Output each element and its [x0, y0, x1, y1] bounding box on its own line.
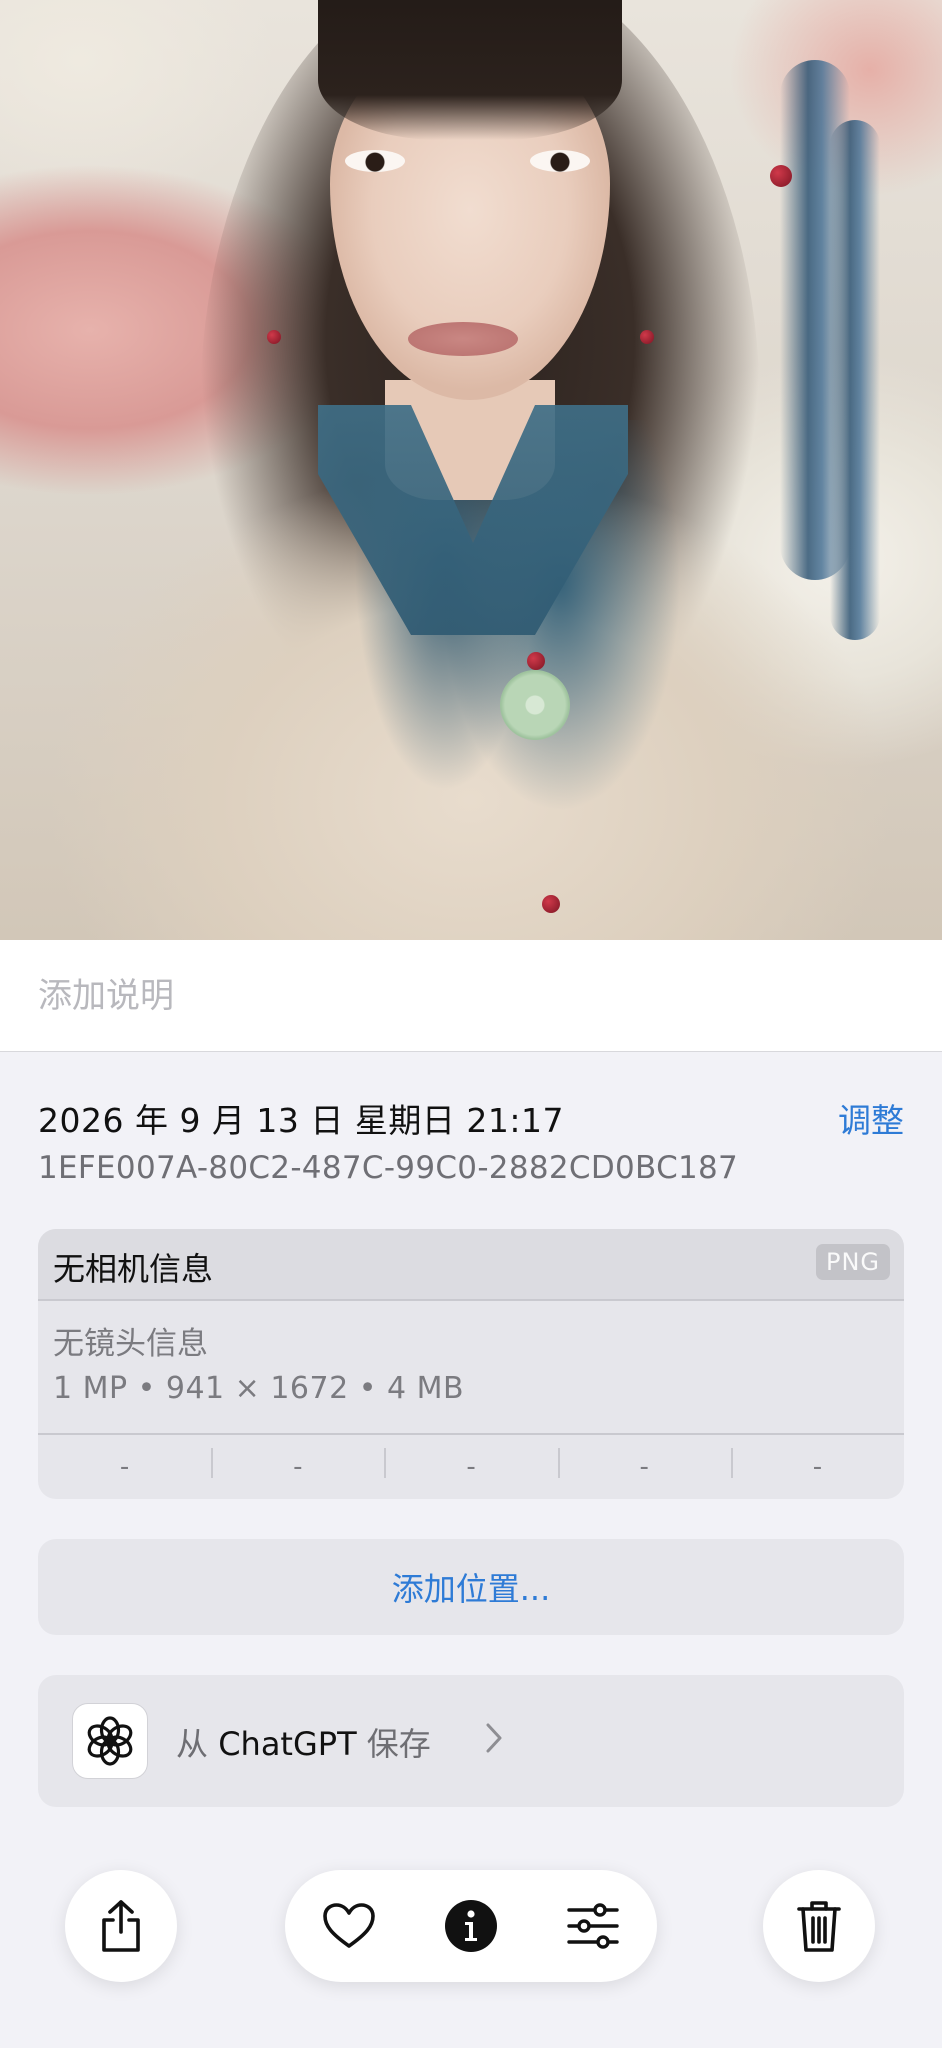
share-button[interactable]	[65, 1870, 177, 1982]
exif-focal-length: -	[211, 1448, 384, 1482]
exif-row: - - - - -	[38, 1433, 904, 1499]
exif-iso: -	[119, 1452, 130, 1482]
photo-bead	[640, 330, 654, 344]
image-specs: 1 MP • 941 × 1672 • 4 MB	[53, 1371, 465, 1406]
photo-jade-pendant	[500, 670, 570, 740]
action-pill	[285, 1870, 657, 1982]
sliders-icon	[567, 1903, 619, 1949]
heart-icon	[323, 1903, 375, 1948]
exif-aperture: -	[557, 1448, 731, 1482]
saved-from-suffix: 保存	[366, 1725, 431, 1763]
edit-button[interactable]	[537, 1870, 649, 1982]
lens-info: 无镜头信息	[53, 1326, 208, 1362]
photo-bead	[542, 895, 560, 913]
photo-bead	[267, 330, 281, 344]
camera-title: 无相机信息	[53, 1250, 214, 1288]
bottom-toolbar	[0, 1840, 942, 2048]
delete-button[interactable]	[763, 1870, 875, 1982]
camera-info-header: 无相机信息 PNG	[38, 1229, 904, 1301]
photo-eye	[345, 150, 405, 172]
camera-info-card: 无相机信息 PNG 无镜头信息 1 MP • 941 × 1672 • 4 MB…	[38, 1229, 904, 1499]
caption-area	[0, 940, 942, 1052]
saved-from-app-row[interactable]: 从 ChatGPT 保存	[38, 1675, 904, 1807]
info-icon	[445, 1900, 497, 1952]
chevron-right-icon	[486, 1723, 502, 1753]
photo-lips	[408, 322, 518, 356]
chatgpt-app-icon	[72, 1703, 148, 1779]
saved-from-app-name: ChatGPT	[218, 1725, 357, 1763]
saved-from-prefix: 从	[176, 1725, 209, 1763]
favorite-button[interactable]	[293, 1870, 405, 1982]
chatgpt-logo-icon	[87, 1716, 133, 1766]
exif-shutter-speed: -	[730, 1448, 904, 1482]
photo-eye	[530, 150, 590, 172]
photo-bead	[527, 652, 545, 670]
adjust-date-button[interactable]: 调整	[838, 1094, 904, 1142]
caption-input[interactable]	[38, 968, 898, 1024]
info-button[interactable]	[415, 1870, 527, 1982]
saved-from-label: 从 ChatGPT 保存	[176, 1719, 431, 1765]
photo-bead	[770, 165, 792, 187]
exif-exposure-bias: -	[384, 1448, 557, 1482]
photo-datetime: 2026 年 9 月 13 日 星期日 21:17	[38, 1101, 564, 1140]
share-icon	[102, 1900, 140, 1952]
file-identifier: 1EFE007A-80C2-487C-99C0-2882CD0BC187	[38, 1150, 739, 1186]
trash-icon	[797, 1901, 841, 1952]
photo-bangs	[318, 0, 622, 140]
add-location-button[interactable]: 添加位置...	[38, 1539, 904, 1635]
format-badge: PNG	[815, 1244, 890, 1280]
photo-image[interactable]	[0, 0, 942, 940]
